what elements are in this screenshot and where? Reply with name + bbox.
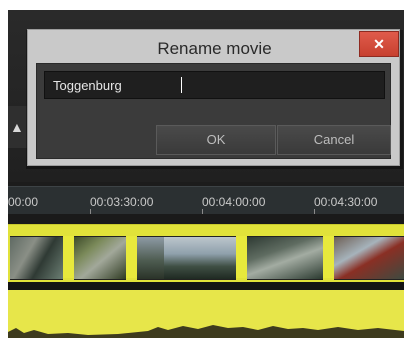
movie-name-input[interactable] xyxy=(44,71,385,99)
ok-button[interactable]: OK xyxy=(156,125,276,155)
video-clip-thumbnail[interactable] xyxy=(164,236,236,280)
audio-waveform xyxy=(8,325,404,338)
video-clip-thumbnail[interactable] xyxy=(247,236,323,280)
video-clip-thumbnail[interactable] xyxy=(334,236,404,280)
clip-separator xyxy=(323,236,334,278)
clip-separator xyxy=(236,236,247,278)
video-clip-thumbnail[interactable] xyxy=(74,236,126,280)
video-clip-thumbnail[interactable] xyxy=(137,236,164,280)
window-edge-left xyxy=(0,0,8,338)
clip-separator xyxy=(63,236,74,278)
close-icon: ✕ xyxy=(373,36,385,52)
ruler-tick-label: 00:04:00:00 xyxy=(202,195,266,209)
text-caret xyxy=(181,77,182,93)
dialog-title: Rename movie xyxy=(157,39,272,58)
window-edge-right xyxy=(404,0,410,338)
ruler-tick-label: 00:04:30:00 xyxy=(314,195,378,209)
clip-separator xyxy=(126,236,137,278)
panel-icon: ▲ xyxy=(10,119,24,135)
video-clip-thumbnail[interactable] xyxy=(10,236,63,280)
track-gap xyxy=(8,282,404,290)
close-button[interactable]: ✕ xyxy=(359,31,399,57)
track-gap xyxy=(8,214,404,224)
cancel-button[interactable]: Cancel xyxy=(277,125,391,155)
ruler-tick-label: 00:00 xyxy=(8,195,39,209)
rename-movie-dialog: Rename movie ✕ OK Cancel xyxy=(27,29,400,166)
ruler-tick-label: 00:03:30:00 xyxy=(90,195,154,209)
window-edge-top xyxy=(0,0,410,10)
